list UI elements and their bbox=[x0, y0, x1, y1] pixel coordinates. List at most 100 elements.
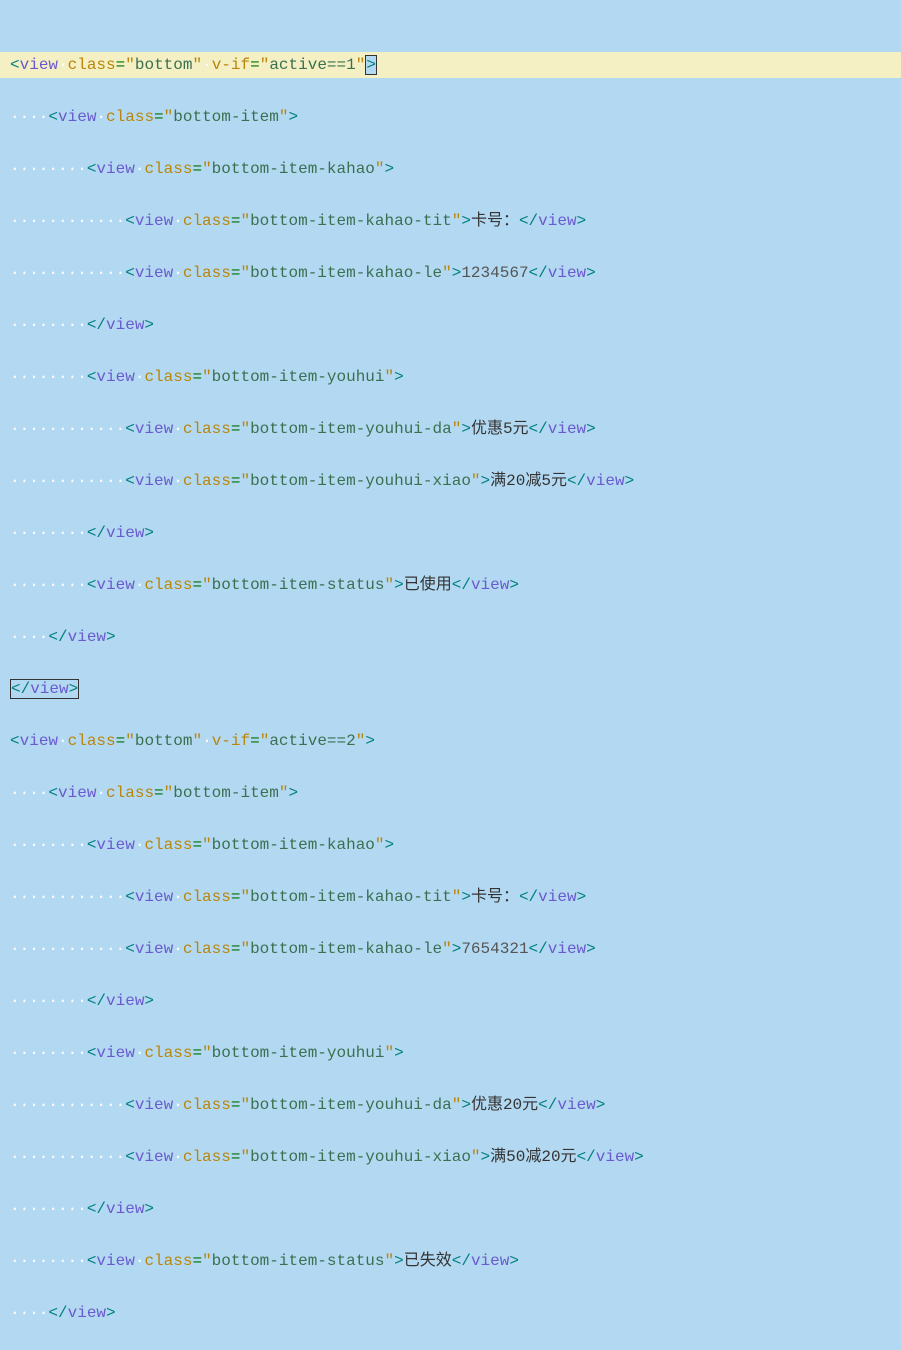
code-line: ············<view·class="bottom-item-you… bbox=[0, 1144, 901, 1170]
text-content: 1234567 bbox=[461, 264, 528, 282]
code-line: ····<view·class="bottom-item"> bbox=[0, 104, 901, 130]
attr-name: class bbox=[183, 940, 231, 958]
tag-name: view bbox=[106, 1200, 144, 1218]
attr-name: v-if bbox=[212, 56, 250, 74]
tag-name: view bbox=[548, 264, 586, 282]
attr-name: class bbox=[144, 160, 192, 178]
code-line: ····</view> bbox=[0, 624, 901, 650]
attr-value: bottom bbox=[135, 732, 193, 750]
code-line: ············<view·class="bottom-item-you… bbox=[0, 416, 901, 442]
cursor-box: </view> bbox=[10, 679, 79, 699]
text-content: 卡号： bbox=[471, 888, 519, 906]
code-line: <view·class="bottom"·v-if="active==2"> bbox=[0, 728, 901, 754]
code-line: </view> bbox=[0, 676, 901, 702]
text-content: 满50减20元 bbox=[490, 1148, 576, 1166]
code-line: ············<view·class="bottom-item-kah… bbox=[0, 260, 901, 286]
tag-name: view bbox=[106, 524, 144, 542]
code-line: ········</view> bbox=[0, 520, 901, 546]
attr-value: bottom-item-kahao-le bbox=[250, 940, 442, 958]
tag-name: view bbox=[96, 368, 134, 386]
code-line: ········<view·class="bottom-item-status"… bbox=[0, 1248, 901, 1274]
attr-name: class bbox=[144, 1252, 192, 1270]
tag-name: view bbox=[586, 472, 624, 490]
tag-name: view bbox=[135, 888, 173, 906]
tag-name: view bbox=[557, 1096, 595, 1114]
code-line: ········</view> bbox=[0, 1196, 901, 1222]
tag-name: view bbox=[58, 784, 96, 802]
angle-open: < bbox=[10, 56, 20, 74]
tag-name: view bbox=[58, 108, 96, 126]
attr-value: bottom-item bbox=[173, 784, 279, 802]
tag-name: view bbox=[135, 212, 173, 230]
tag-name: view bbox=[106, 992, 144, 1010]
attr-name: class bbox=[183, 264, 231, 282]
text-content: 优惠5元 bbox=[471, 420, 529, 438]
tag-name: view bbox=[96, 1252, 134, 1270]
tag-name: view bbox=[106, 316, 144, 334]
tag-name: view bbox=[135, 420, 173, 438]
tag-name: view bbox=[471, 576, 509, 594]
attr-name: class bbox=[144, 836, 192, 854]
code-line: ············<view·class="bottom-item-kah… bbox=[0, 208, 901, 234]
code-line: ········</view> bbox=[0, 988, 901, 1014]
tag-name: view bbox=[96, 576, 134, 594]
tag-name: view bbox=[20, 732, 58, 750]
code-line: ············<view·class="bottom-item-you… bbox=[0, 468, 901, 494]
text-content: 7654321 bbox=[461, 940, 528, 958]
tag-name: view bbox=[135, 1148, 173, 1166]
tag-name: view bbox=[68, 1304, 106, 1322]
attr-name: class bbox=[106, 108, 154, 126]
attr-name: class bbox=[183, 1096, 231, 1114]
tag-name: view bbox=[135, 1096, 173, 1114]
tag-name: view bbox=[20, 56, 58, 74]
tag-name: view bbox=[30, 680, 68, 698]
code-block: <view·class="bottom"·v-if="active==1"> ·… bbox=[0, 26, 901, 1350]
attr-value: active==1 bbox=[269, 56, 355, 74]
attr-name: v-if bbox=[212, 732, 250, 750]
attr-name: class bbox=[144, 576, 192, 594]
attr-name: class bbox=[144, 368, 192, 386]
attr-value: bottom-item-status bbox=[212, 576, 385, 594]
attr-name: class bbox=[106, 784, 154, 802]
code-line: ····</view> bbox=[0, 1300, 901, 1326]
attr-name: class bbox=[144, 1044, 192, 1062]
tag-name: view bbox=[596, 1148, 634, 1166]
code-line: ········<view·class="bottom-item-kahao"> bbox=[0, 156, 901, 182]
attr-value: bottom-item-kahao bbox=[212, 160, 375, 178]
tag-name: view bbox=[538, 888, 576, 906]
attr-value: active==2 bbox=[269, 732, 355, 750]
tag-name: view bbox=[96, 160, 134, 178]
tag-name: view bbox=[538, 212, 576, 230]
attr-value: bottom-item-kahao-tit bbox=[250, 888, 452, 906]
attr-value: bottom-item-youhui bbox=[212, 368, 385, 386]
tag-name: view bbox=[135, 264, 173, 282]
cursor-box: > bbox=[365, 55, 377, 75]
tag-name: view bbox=[96, 1044, 134, 1062]
code-line: ········<view·class="bottom-item-youhui"… bbox=[0, 1040, 901, 1066]
code-line: ····<view·class="bottom-item"> bbox=[0, 780, 901, 806]
code-line: ········<view·class="bottom-item-kahao"> bbox=[0, 832, 901, 858]
attr-name: class bbox=[183, 1148, 231, 1166]
attr-value: bottom-item-kahao-le bbox=[250, 264, 442, 282]
code-line: ········</view> bbox=[0, 312, 901, 338]
tag-name: view bbox=[471, 1252, 509, 1270]
tag-name: view bbox=[135, 940, 173, 958]
attr-name: class bbox=[183, 472, 231, 490]
attr-value: bottom-item-youhui-da bbox=[250, 420, 452, 438]
attr-value: bottom-item-youhui-xiao bbox=[250, 472, 471, 490]
code-line: ········<view·class="bottom-item-youhui"… bbox=[0, 364, 901, 390]
attr-name: class bbox=[68, 732, 116, 750]
tag-name: view bbox=[135, 472, 173, 490]
attr-value: bottom-item-status bbox=[212, 1252, 385, 1270]
attr-value: bottom-item-youhui-xiao bbox=[250, 1148, 471, 1166]
code-line: ········<view·class="bottom-item-status"… bbox=[0, 572, 901, 598]
attr-value: bottom-item-kahao-tit bbox=[250, 212, 452, 230]
tag-name: view bbox=[68, 628, 106, 646]
attr-value: bottom-item-youhui-da bbox=[250, 1096, 452, 1114]
code-line: ············<view·class="bottom-item-kah… bbox=[0, 884, 901, 910]
tag-name: view bbox=[548, 940, 586, 958]
text-content: 已使用 bbox=[404, 576, 452, 594]
text-content: 优惠20元 bbox=[471, 1096, 538, 1114]
attr-value: bottom-item bbox=[173, 108, 279, 126]
attr-value: bottom bbox=[135, 56, 193, 74]
